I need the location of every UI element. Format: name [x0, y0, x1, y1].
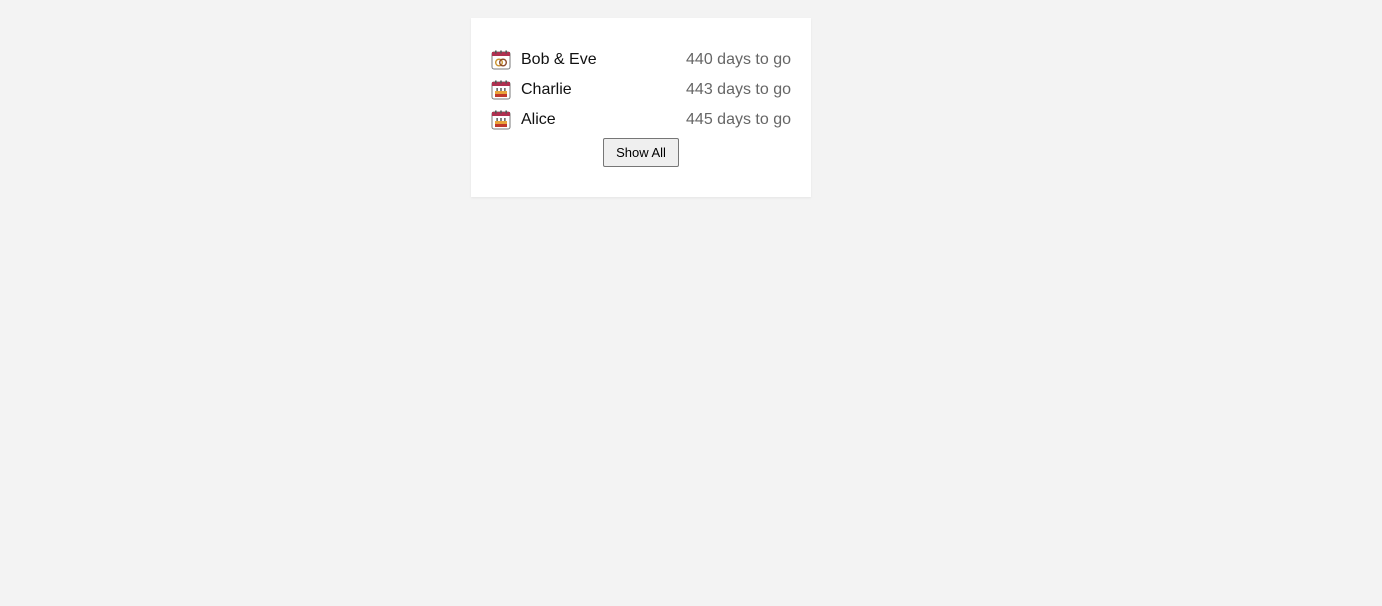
event-countdown: 440 days to go: [686, 51, 791, 68]
upcoming-events-card: Bob & Eve 440 days to go Charlie 443 day…: [471, 18, 811, 197]
show-all-button[interactable]: Show All: [603, 138, 679, 167]
event-list: Bob & Eve 440 days to go Charlie 443 day…: [491, 45, 791, 135]
event-countdown: 445 days to go: [686, 111, 791, 128]
event-row: Bob & Eve 440 days to go: [491, 45, 791, 75]
event-name: Bob & Eve: [521, 51, 597, 68]
event-countdown: 443 days to go: [686, 81, 791, 98]
birthday-cake-calendar-icon: [491, 110, 511, 130]
event-name: Charlie: [521, 81, 572, 98]
event-row: Charlie 443 days to go: [491, 75, 791, 105]
birthday-cake-calendar-icon: [491, 80, 511, 100]
event-name: Alice: [521, 111, 556, 128]
wedding-rings-calendar-icon: [491, 50, 511, 70]
event-row: Alice 445 days to go: [491, 105, 791, 135]
